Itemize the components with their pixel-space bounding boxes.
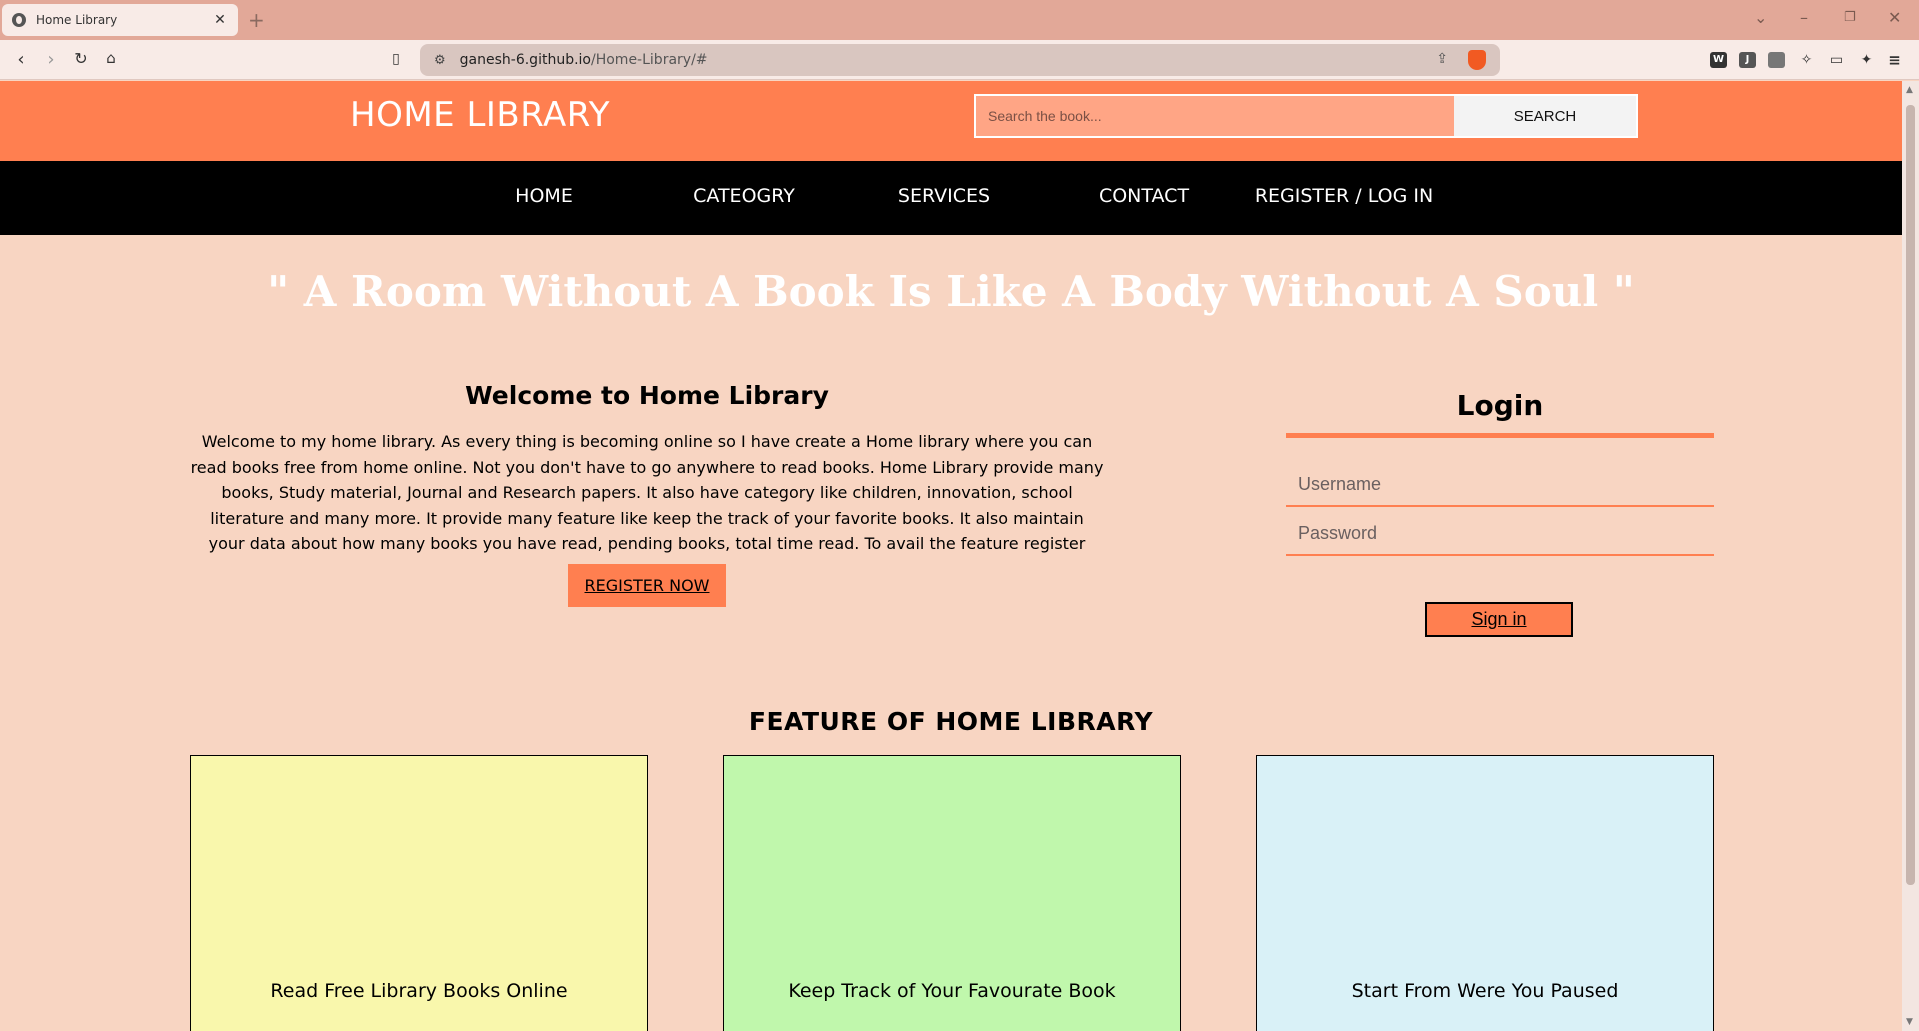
browser-tab-bar: Home Library ✕ + ⌄ – ❐ ✕ (0, 0, 1919, 40)
feature-card-track-favourite: Keep Track of Your Favourate Book (723, 755, 1181, 1031)
new-tab-icon[interactable]: + (248, 8, 265, 32)
main-navigation: HOME CATEOGRY SERVICES CONTACT REGISTER … (0, 161, 1902, 235)
page-scrollbar[interactable]: ▲ ▼ (1902, 81, 1919, 1031)
wallet-icon[interactable]: ▭ (1828, 52, 1845, 68)
feature-card-resume: Start From Were You Paused (1256, 755, 1714, 1031)
share-icon[interactable]: ⇪ (1436, 51, 1448, 67)
extension-w-icon[interactable]: W (1710, 52, 1727, 68)
window-close-icon[interactable]: ✕ (1888, 8, 1901, 27)
minimize-icon[interactable]: – (1800, 8, 1808, 27)
nav-item-register-login[interactable]: REGISTER / LOG IN (1255, 185, 1433, 207)
home-icon[interactable]: ⌂ (100, 49, 122, 67)
brave-shields-icon[interactable] (1468, 50, 1486, 70)
url-path: /Home-Library/# (591, 52, 708, 68)
nav-item-category[interactable]: CATEOGRY (693, 185, 795, 207)
extension-chat-icon[interactable] (1768, 52, 1785, 68)
url-host: ganesh-6.github.io (459, 52, 591, 68)
forward-icon[interactable]: › (40, 49, 62, 70)
site-header: HOME LIBRARY SEARCH (0, 81, 1902, 161)
register-now-button[interactable]: REGISTER NOW (568, 564, 726, 607)
globe-icon (12, 13, 26, 27)
nav-item-services[interactable]: SERVICES (898, 185, 990, 207)
tab-list-chevron-icon[interactable]: ⌄ (1754, 8, 1767, 27)
browser-tab[interactable]: Home Library ✕ (2, 4, 238, 36)
search-input[interactable] (976, 96, 1454, 136)
page-viewport: HOME LIBRARY SEARCH HOME CATEOGRY SERVIC… (0, 81, 1902, 1031)
extensions-puzzle-icon[interactable]: ✧ (1798, 52, 1815, 68)
welcome-title: Welcome to Home Library (465, 381, 829, 410)
feature-card-label: Start From Were You Paused (1351, 980, 1619, 1002)
username-field[interactable] (1286, 463, 1714, 507)
features-title: FEATURE OF HOME LIBRARY (748, 707, 1154, 736)
feature-card-label: Read Free Library Books Online (270, 980, 568, 1002)
login-title: Login (1456, 389, 1544, 422)
search-form: SEARCH (974, 94, 1638, 138)
close-tab-icon[interactable]: ✕ (212, 12, 228, 28)
extension-j-icon[interactable]: J (1739, 52, 1756, 68)
password-field[interactable] (1286, 512, 1714, 556)
hero-quote: " A Room Without A Book Is Like A Body W… (267, 267, 1635, 316)
scroll-down-icon[interactable]: ▼ (1906, 1017, 1913, 1027)
login-divider (1286, 433, 1714, 438)
sign-in-button[interactable]: Sign in (1425, 602, 1573, 637)
menu-icon[interactable]: ≡ (1886, 52, 1903, 68)
back-icon[interactable]: ‹ (10, 49, 32, 70)
restore-icon[interactable]: ❐ (1844, 10, 1856, 25)
nav-item-home[interactable]: HOME (515, 185, 573, 207)
search-button[interactable]: SEARCH (1454, 96, 1636, 136)
feature-card-label: Keep Track of Your Favourate Book (788, 980, 1116, 1002)
bookmark-icon[interactable]: ▯ (385, 51, 407, 67)
site-settings-icon[interactable]: ⚙ (434, 53, 446, 68)
feature-card-read-free: Read Free Library Books Online (190, 755, 648, 1031)
reload-icon[interactable]: ↻ (70, 49, 92, 68)
browser-toolbar: ‹ › ↻ ⌂ ▯ ⚙ ganesh-6.github.io/Home-Libr… (0, 40, 1919, 80)
site-logo[interactable]: HOME LIBRARY (350, 95, 610, 135)
tab-title: Home Library (36, 13, 118, 27)
address-bar[interactable]: ⚙ ganesh-6.github.io/Home-Library/# ⇪ (420, 44, 1500, 76)
scroll-up-icon[interactable]: ▲ (1906, 85, 1913, 95)
scrollbar-thumb[interactable] (1906, 105, 1915, 885)
welcome-text: Welcome to my home library. As every thi… (190, 432, 1104, 579)
nav-item-contact[interactable]: CONTACT (1099, 185, 1189, 207)
leo-ai-icon[interactable]: ✦ (1858, 52, 1875, 68)
